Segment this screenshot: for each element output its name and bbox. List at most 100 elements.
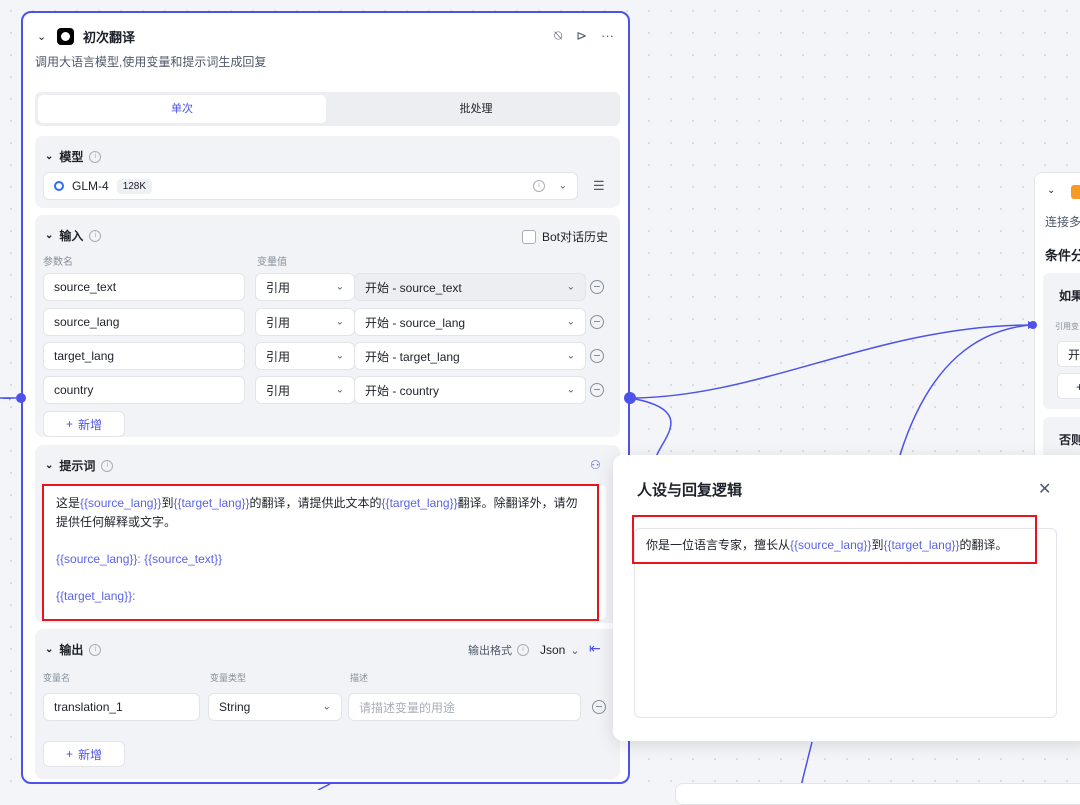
ref-mode-label: 引用 [266,349,291,364]
info-icon: i [517,644,529,656]
chevron-down-icon[interactable]: ⌄ [1047,185,1055,196]
ref-mode-label: 引用 [266,280,291,295]
remove-row-icon[interactable] [590,349,604,363]
remove-row-icon[interactable] [590,280,604,294]
bottom-node[interactable] [675,783,1080,805]
var-value-label: 开始 - country [365,383,440,398]
var-value-select[interactable]: 开始 - source_text ⌄ [354,273,586,301]
persona-icon[interactable]: ⚇ [590,458,601,472]
var-name-header: 变量名 [43,673,71,683]
more-icon[interactable]: ··· [601,28,614,44]
output-format-label: 输出格式 [468,645,512,657]
output-section-header[interactable]: ⌄ 输出 i [45,641,102,658]
chevron-down-icon: ⌄ [45,151,54,162]
node-title[interactable]: 初次翻译 [83,27,135,46]
chevron-down-icon: ⌄ [566,281,575,293]
chevron-down-icon: ⌄ [45,644,54,655]
input-section-label: 输入 [59,229,84,243]
plus-icon: + [65,747,73,761]
chevron-down-icon: ⌄ [566,316,575,328]
node-description: 调用大语言模型,使用变量和提示词生成回复 [35,55,267,69]
context-badge: 128K [116,178,153,194]
remove-row-icon[interactable] [590,315,604,329]
condition-node-icon [1071,185,1080,199]
chevron-down-icon[interactable]: ⌄ [37,30,51,43]
ref-mode-select[interactable]: 引用 ⌄ [255,376,355,404]
condition-input-port[interactable] [1029,321,1037,329]
output-format-value: Json [540,643,566,657]
chevron-down-icon: ⌄ [558,180,567,192]
remove-row-icon[interactable] [590,383,604,397]
var-value-header: 变量值 [257,257,287,268]
param-name-field[interactable]: country [43,376,245,404]
bell-off-icon[interactable]: ⍉ [554,28,562,44]
ref-mode-select[interactable]: 引用 ⌄ [255,273,355,301]
close-icon[interactable]: ✕ [1038,479,1051,499]
popup-title: 人设与回复逻辑 [637,482,743,499]
output-port[interactable] [624,392,636,404]
chevron-down-icon: ⌄ [570,644,580,657]
output-var-type-select[interactable]: String ⌄ [208,693,342,721]
ref-mode-label: 引用 [266,383,291,398]
ref-mode-label: 引用 [266,315,291,330]
output-section: ⌄ 输出 i 输出格式 i Json ⌄ ⇤ 变量名 变量类型 描述 translati… [35,629,620,779]
var-value-select[interactable]: 开始 - country ⌄ [354,376,586,404]
plus-icon: + [65,417,73,431]
info-icon: i [101,459,114,472]
else-label: 否则 [1059,433,1080,447]
chevron-down-icon: ⌄ [335,281,344,293]
bot-history-label: Bot对话历史 [542,230,609,244]
ref-mode-select[interactable]: 引用 ⌄ [255,308,355,336]
model-section-header[interactable]: ⌄ 模型 i [45,148,102,165]
param-name-header: 参数名 [43,257,73,268]
condition-node[interactable]: ⌄ 连接多 条件分 如果 引用变 开 + 否则 [1034,172,1080,474]
prompt-section-header[interactable]: ⌄ 提示词 i [45,457,114,474]
ref-label: 引用变 [1055,322,1079,331]
mode-tabs: 单次 批处理 [35,92,620,126]
chevron-down-icon: ⌄ [566,384,575,396]
start-select-label: 开 [1068,348,1080,362]
chevron-down-icon: ⌄ [322,701,331,713]
prompt-section-label: 提示词 [59,459,96,473]
output-format[interactable]: 输出格式 i Json ⌄ [468,642,580,658]
add-condition-button[interactable]: + [1057,373,1080,399]
param-name-field[interactable]: source_lang [43,308,245,336]
var-value-select[interactable]: 开始 - target_lang ⌄ [354,342,586,370]
chevron-down-icon: ⌄ [45,460,54,471]
info-icon: i [89,150,102,163]
var-type-header: 变量类型 [210,673,247,683]
tab-single[interactable]: 单次 [38,95,326,123]
input-port[interactable] [16,393,26,403]
remove-row-icon[interactable] [592,700,606,714]
param-name-field[interactable]: source_text [43,273,245,301]
output-section-label: 输出 [59,643,84,657]
if-branch: 如果 引用变 开 + [1043,273,1080,409]
input-section-header[interactable]: ⌄ 输入 i [45,227,102,244]
start-select[interactable]: 开 [1057,341,1080,367]
model-section: ⌄ 模型 i GLM-4 128K i ⌄ ☰ [35,136,620,208]
arrow-right-icon: → [0,388,14,404]
chevron-down-icon: ⌄ [335,316,344,328]
model-section-label: 模型 [59,150,84,164]
chevron-down-icon: ⌄ [45,230,54,241]
var-value-select[interactable]: 开始 - source_lang ⌄ [354,308,586,336]
tab-batch[interactable]: 批处理 [335,95,617,123]
bot-history-toggle[interactable]: Bot对话历史 [522,228,608,245]
add-input-button[interactable]: + 新增 [43,411,125,437]
llm-node[interactable]: ⌄ 初次翻译 ⍉ ⊳ ··· 调用大语言模型,使用变量和提示词生成回复 单次 批… [21,11,630,784]
persona-highlight [632,515,1037,564]
add-output-button[interactable]: + 新增 [43,741,125,767]
ref-mode-select[interactable]: 引用 ⌄ [255,342,355,370]
if-label: 如果 [1059,289,1080,303]
var-value-label: 开始 - source_text [365,280,462,295]
model-select[interactable]: GLM-4 128K i ⌄ [43,172,578,200]
settings-sliders-icon[interactable]: ☰ [593,178,605,194]
bot-history-checkbox[interactable] [522,229,536,244]
play-icon[interactable]: ⊳ [576,28,587,44]
model-name: GLM-4 [72,179,109,193]
output-var-name-field[interactable]: translation_1 [43,693,200,721]
import-icon[interactable]: ⇤ [589,640,601,657]
output-desc-field[interactable]: 请描述变量的用途 [348,693,581,721]
info-icon[interactable]: i [533,180,545,192]
param-name-field[interactable]: target_lang [43,342,245,370]
